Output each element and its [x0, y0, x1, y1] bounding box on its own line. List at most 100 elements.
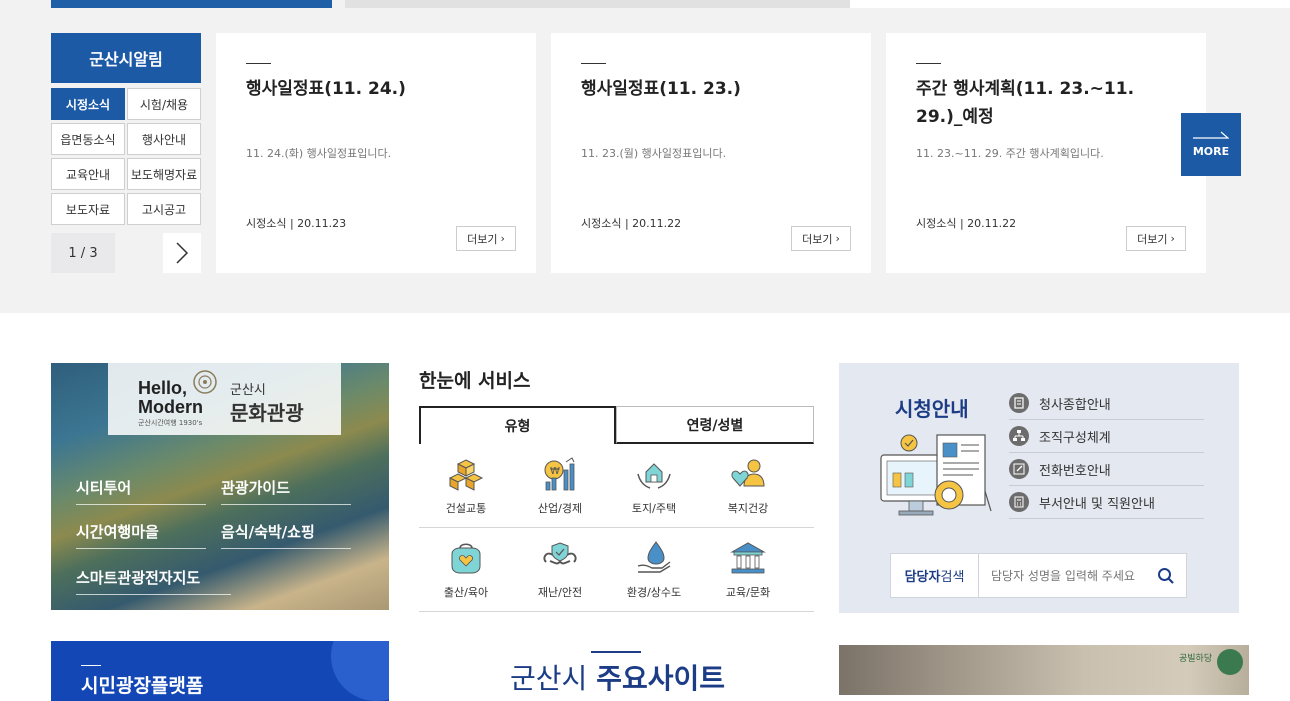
service-label: 교육/문화	[725, 586, 771, 599]
top-tab-active[interactable]	[51, 0, 332, 8]
culture-tourism-banner[interactable]: Hello, Modern 군산시간여행 1930's 군산시 문화관광 시티투어…	[51, 363, 389, 610]
notice-card[interactable]: 행사일정표(11. 23.) 11. 23.(월) 행사일정표입니다. 시정소식…	[551, 33, 871, 273]
service-construction-traffic[interactable]: 건설교통	[419, 448, 513, 528]
service-title: 한눈에 서비스	[419, 370, 531, 392]
svg-text:₩: ₩	[550, 466, 560, 477]
card-more-button[interactable]: 더보기 ›	[1126, 226, 1186, 251]
more-label: 더보기	[467, 232, 498, 246]
guide-item-label: 조직구성체계	[1039, 430, 1111, 446]
service-welfare-health[interactable]: 복지건강	[701, 448, 795, 528]
guide-item-label: 전화번호안내	[1039, 463, 1111, 479]
org-chart-icon	[1009, 426, 1029, 446]
notice-more-button[interactable]: MORE	[1181, 113, 1241, 176]
service-land-housing[interactable]: 토지/주택	[607, 448, 701, 528]
staff-search-input[interactable]	[979, 568, 1146, 583]
service-label: 복지건강	[727, 502, 769, 515]
category-press-clarification[interactable]: 보도해명자료	[127, 158, 201, 190]
top-tab-inactive[interactable]	[345, 0, 850, 8]
staff-search-box: 담당자 검색	[890, 553, 1187, 598]
accent-line	[81, 665, 101, 666]
service-birth-childcare[interactable]: 출산/육아	[419, 532, 513, 612]
document-icon	[1009, 393, 1029, 413]
seal-logo-icon	[1217, 649, 1243, 675]
category-education[interactable]: 교육안내	[51, 158, 125, 190]
card-accent-line	[916, 63, 941, 64]
purse-heart-icon	[451, 543, 481, 574]
photo-badge: 공빌하당	[1179, 654, 1213, 664]
category-city-news[interactable]: 시정소식	[51, 88, 125, 120]
service-industry-economy[interactable]: ₩ 산업/경제	[513, 448, 607, 528]
industry-chart-icon: ₩	[544, 457, 575, 491]
card-description: 11. 23.(월) 행사일정표입니다.	[581, 147, 727, 160]
heart-person-icon	[731, 459, 765, 487]
card-title[interactable]: 행사일정표(11. 23.)	[581, 75, 851, 103]
tab-type[interactable]: 유형	[419, 406, 616, 444]
card-description: 11. 24.(화) 행사일정표입니다.	[246, 147, 392, 160]
chevron-right-icon: ›	[835, 232, 840, 245]
card-accent-line	[581, 63, 606, 64]
chevron-right-icon: ›	[1170, 232, 1175, 245]
chevron-right-icon: ›	[500, 232, 505, 245]
decorative-circle	[331, 641, 389, 701]
card-more-button[interactable]: 더보기 ›	[791, 226, 851, 251]
card-meta: 시정소식 | 20.11.22	[916, 217, 1017, 230]
card-meta: 시정소식 | 20.11.23	[246, 217, 347, 230]
notice-card[interactable]: 주간 행사계획(11. 23.~11. 29.)_예정 11. 23.~11. …	[886, 33, 1206, 273]
museum-icon	[730, 542, 766, 574]
service-label: 건설교통	[445, 502, 487, 515]
card-more-button[interactable]: 더보기 ›	[456, 226, 516, 251]
logo-name: 문화관광	[230, 401, 304, 425]
search-button[interactable]	[1146, 554, 1186, 597]
card-title[interactable]: 행사일정표(11. 24.)	[246, 75, 516, 103]
category-town-news[interactable]: 읍면동소식	[51, 123, 125, 155]
phone-directory-link[interactable]: 전화번호안내	[1009, 453, 1204, 486]
more-label: MORE	[1192, 145, 1230, 158]
smart-tour-map-link[interactable]: 스마트관광전자지도	[76, 567, 231, 595]
civic-platform-title: 시민광장플랫폼	[81, 675, 204, 697]
category-press-release[interactable]: 보도자료	[51, 193, 125, 225]
next-page-button[interactable]	[163, 233, 201, 273]
service-disaster-safety[interactable]: 재난/안전	[513, 532, 607, 612]
service-environment-water[interactable]: 환경/상수도	[607, 532, 701, 612]
chevron-right-icon	[176, 242, 189, 264]
spiral-logo-icon	[193, 370, 217, 394]
tour-guide-link[interactable]: 관광가이드	[221, 477, 351, 505]
office-illustration-icon	[880, 434, 992, 516]
page-indicator: 1 / 3	[51, 233, 115, 273]
top-tab-blank	[850, 0, 1290, 8]
city-hall-guide: 시청안내 청사종합안내 조직구성체계 전화번호안내 부서안내 및 직원안내 담당…	[839, 363, 1239, 613]
building-info-link[interactable]: 청사종합안내	[1009, 387, 1204, 420]
category-event-info[interactable]: 행사안내	[127, 123, 201, 155]
logo-city: 군산시	[230, 383, 266, 398]
time-travel-village-link[interactable]: 시간여행마을	[76, 521, 206, 549]
shield-chain-icon	[543, 542, 577, 565]
category-exam-hiring[interactable]: 시험/채용	[127, 88, 201, 120]
civic-platform-banner[interactable]: 시민광장플랫폼	[51, 641, 389, 701]
service-label: 출산/육아	[443, 586, 489, 599]
category-public-notice[interactable]: 고시공고	[127, 193, 201, 225]
cubes-icon	[448, 459, 484, 491]
service-education-culture[interactable]: 교육/문화	[701, 532, 795, 612]
culture-tourism-logo[interactable]: Hello, Modern 군산시간여행 1930's 군산시 문화관광	[108, 363, 341, 435]
notice-card[interactable]: 행사일정표(11. 24.) 11. 24.(화) 행사일정표입니다. 시정소식…	[216, 33, 536, 273]
city-tour-link[interactable]: 시티투어	[76, 477, 206, 505]
card-description: 11. 23.~11. 29. 주간 행사계획입니다.	[916, 147, 1104, 160]
house-hands-icon	[637, 463, 671, 489]
department-staff-link[interactable]: 부서안내 및 직원안내	[1009, 486, 1204, 519]
service-label: 토지/주택	[631, 502, 677, 515]
card-meta: 시정소식 | 20.11.22	[581, 217, 682, 230]
food-lodging-shopping-link[interactable]: 음식/숙박/쇼핑	[221, 521, 351, 549]
major-sites-title: 군산시 주요사이트	[510, 662, 725, 695]
org-chart-link[interactable]: 조직구성체계	[1009, 420, 1204, 453]
search-label: 담당자 검색	[891, 554, 979, 597]
guide-item-label: 청사종합안내	[1039, 397, 1111, 413]
guide-item-label: 부서안내 및 직원안내	[1039, 496, 1155, 512]
card-title[interactable]: 주간 행사계획(11. 23.~11. 29.)_예정	[916, 75, 1171, 131]
service-label: 산업/경제	[537, 502, 583, 515]
service-label: 환경/상수도	[626, 586, 682, 599]
service-row-divider	[419, 611, 814, 612]
archive-photo-banner[interactable]: 공빌하당	[839, 645, 1249, 695]
tab-age-gender[interactable]: 연령/성별	[616, 406, 814, 444]
service-row-divider	[419, 527, 814, 528]
water-drop-hand-icon	[637, 541, 671, 573]
